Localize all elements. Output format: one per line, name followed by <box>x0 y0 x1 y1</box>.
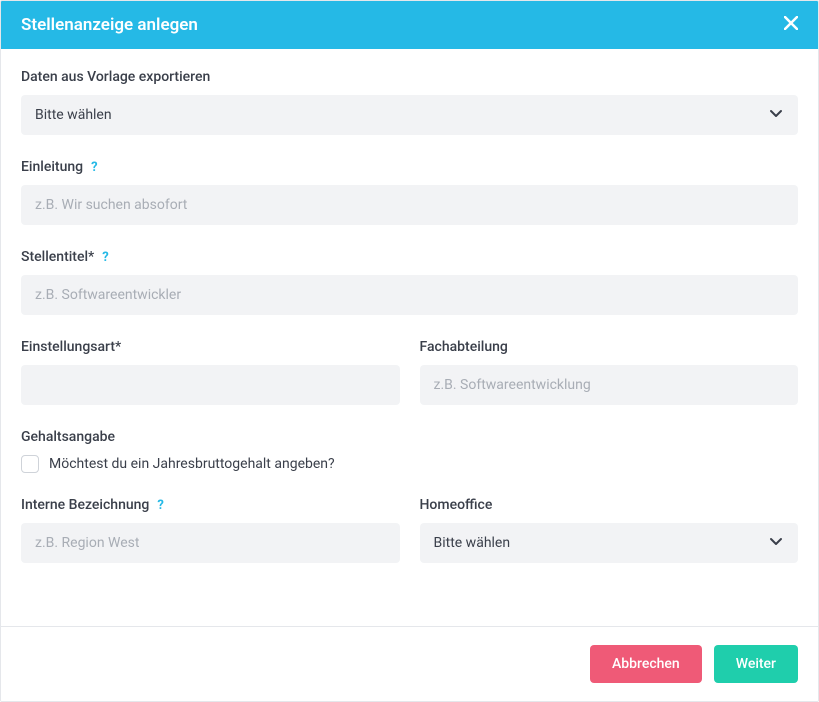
intro-group: Einleitung ? <box>21 159 798 225</box>
homeoffice-select-wrapper: Bitte wählen <box>420 523 799 563</box>
modal-footer: Abbrechen Weiter <box>1 626 818 701</box>
modal-create-job-posting: Stellenanzeige anlegen Daten aus Vorlage… <box>0 0 819 702</box>
homeoffice-select[interactable]: Bitte wählen <box>420 523 799 563</box>
next-button[interactable]: Weiter <box>714 645 798 683</box>
salary-label: Gehaltsangabe <box>21 429 798 445</box>
close-button[interactable] <box>784 16 798 34</box>
modal-header: Stellenanzeige anlegen <box>1 1 818 49</box>
modal-body: Daten aus Vorlage exportieren Bitte wähl… <box>1 49 818 626</box>
internal-group: Interne Bezeichnung ? <box>21 497 400 563</box>
template-group: Daten aus Vorlage exportieren Bitte wähl… <box>21 69 798 135</box>
intro-label: Einleitung <box>21 159 83 175</box>
intro-input[interactable] <box>21 185 798 225</box>
employment-group: Einstellungsart* <box>21 339 400 405</box>
modal-title: Stellenanzeige anlegen <box>21 15 198 35</box>
close-icon <box>784 16 798 34</box>
internal-input[interactable] <box>21 523 400 563</box>
homeoffice-label: Homeoffice <box>420 497 799 513</box>
template-select[interactable]: Bitte wählen <box>21 95 798 135</box>
internal-label: Interne Bezeichnung <box>21 497 149 513</box>
internal-label-row: Interne Bezeichnung ? <box>21 497 400 513</box>
jobtitle-group: Stellentitel* ? <box>21 249 798 315</box>
cancel-button[interactable]: Abbrechen <box>590 645 702 683</box>
template-label: Daten aus Vorlage exportieren <box>21 69 798 85</box>
salary-group: Gehaltsangabe Möchtest du ein Jahresbrut… <box>21 429 798 473</box>
employment-label: Einstellungsart* <box>21 339 400 355</box>
jobtitle-input[interactable] <box>21 275 798 315</box>
salary-checkbox-label: Möchtest du ein Jahresbruttogehalt angeb… <box>49 456 335 472</box>
department-input[interactable] <box>420 365 799 405</box>
template-select-wrapper: Bitte wählen <box>21 95 798 135</box>
help-icon[interactable]: ? <box>91 160 97 175</box>
help-icon[interactable]: ? <box>157 498 163 513</box>
employment-input[interactable] <box>21 365 400 405</box>
help-icon[interactable]: ? <box>102 250 108 265</box>
intro-label-row: Einleitung ? <box>21 159 798 175</box>
salary-checkbox-row: Möchtest du ein Jahresbruttogehalt angeb… <box>21 455 798 473</box>
jobtitle-label-row: Stellentitel* ? <box>21 249 798 265</box>
homeoffice-group: Homeoffice Bitte wählen <box>420 497 799 563</box>
internal-homeoffice-row: Interne Bezeichnung ? Homeoffice Bitte w… <box>21 497 798 587</box>
employment-department-row: Einstellungsart* Fachabteilung <box>21 339 798 429</box>
department-group: Fachabteilung <box>420 339 799 405</box>
jobtitle-label: Stellentitel* <box>21 249 94 265</box>
salary-checkbox[interactable] <box>21 455 39 473</box>
department-label: Fachabteilung <box>420 339 799 355</box>
